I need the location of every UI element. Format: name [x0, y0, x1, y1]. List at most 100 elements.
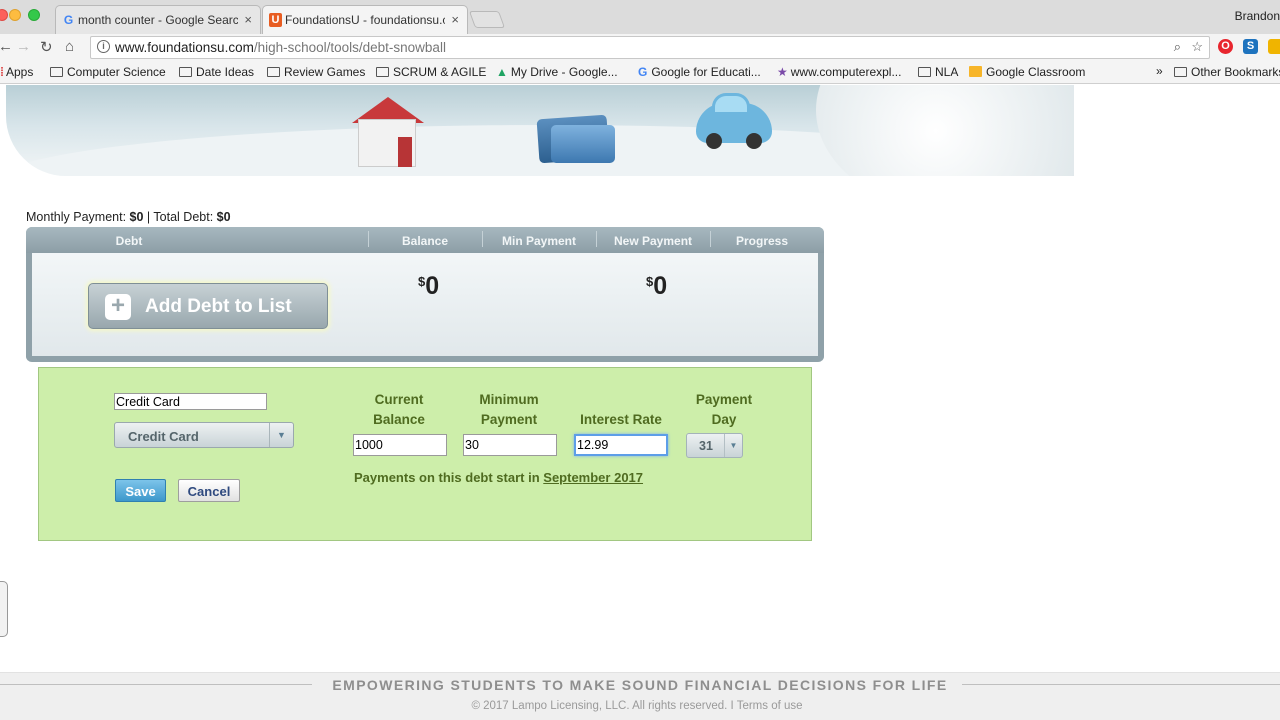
cancel-button[interactable]: Cancel [178, 479, 240, 502]
save-button[interactable]: Save [115, 479, 166, 502]
debt-name-input[interactable] [114, 393, 267, 410]
window-close-icon[interactable] [0, 9, 8, 21]
reload-icon[interactable]: ↻ [40, 38, 53, 56]
summary-separator: | [146, 210, 151, 224]
total-debt-label: Total Debt: [153, 210, 214, 224]
tab-title: FoundationsU - foundationsu.c [285, 13, 445, 27]
snowball-shape [816, 85, 1074, 176]
page-content: Monthly Payment: $0 | Total Debt: $0 Deb… [0, 85, 1280, 720]
monthly-payment-label: Monthly Payment: [26, 210, 127, 224]
column-header-min-payment: Min Payment [501, 234, 576, 248]
debt-type-select[interactable]: Credit Card ▼ [114, 422, 294, 448]
footer-tagline: EMPOWERING STUDENTS TO MAKE SOUND FINANC… [0, 677, 1280, 693]
column-header-progress: Progress [735, 234, 789, 248]
folder-icon [267, 67, 280, 77]
address-bar[interactable]: i www.foundationsu.com/high-school/tools… [90, 36, 1210, 59]
star-logo-icon: ★ [777, 65, 788, 79]
start-month-link[interactable]: September 2017 [543, 470, 643, 485]
tab-close-icon[interactable]: × [451, 12, 459, 27]
folder-icon [376, 67, 389, 77]
balance-total: $0 [418, 272, 439, 301]
current-balance-label: Current Balance [373, 392, 425, 427]
window-zoom-icon[interactable] [28, 9, 40, 21]
foundationsu-favicon-icon: U [269, 13, 282, 27]
profile-name[interactable]: Brandon [1235, 9, 1280, 23]
payment-day-select[interactable]: 31 ▼ [686, 433, 743, 458]
house-door-shape [398, 137, 412, 167]
minimum-payment-input[interactable] [463, 434, 557, 456]
interest-rate-input[interactable] [574, 434, 668, 456]
car-wheel-shape [746, 133, 762, 149]
payment-start-note: Payments on this debt start in September… [354, 470, 644, 485]
bookmark-google-for-education[interactable]: G Google for Educati... [638, 65, 761, 79]
chevron-down-icon: ▼ [724, 434, 742, 457]
add-debt-to-list-button[interactable]: + Add Debt to List [88, 283, 328, 329]
car-window-shape [712, 93, 750, 115]
bookmark-google-classroom[interactable]: Google Classroom [969, 65, 1085, 79]
zoom-magnifier-icon[interactable]: ⌕ [1174, 39, 1181, 55]
bookmark-scrum-agile[interactable]: SCRUM & AGILE [376, 65, 486, 79]
payment-day-label: Payment Day [695, 392, 753, 427]
column-header-debt: Debt [115, 234, 143, 248]
tab-foundationsu[interactable]: U FoundationsU - foundationsu.c × [262, 5, 468, 35]
bookmarks-overflow-icon[interactable]: » [1156, 64, 1163, 78]
snowball-banner-illustration [6, 85, 1074, 176]
s-extension-icon[interactable]: S [1243, 39, 1258, 54]
url-host: www.foundationsu.com [115, 40, 254, 55]
bookmark-star-icon[interactable]: ☆ [1191, 39, 1203, 55]
folder-icon [1174, 67, 1187, 77]
bookmark-my-drive[interactable]: ▲ My Drive - Google... [496, 65, 618, 79]
folder-icon [918, 67, 931, 77]
bookmark-other-bookmarks[interactable]: Other Bookmarks [1174, 65, 1280, 79]
balance-total-value: 0 [425, 272, 440, 300]
window-minimize-icon[interactable] [9, 9, 21, 21]
home-icon[interactable]: ⌂ [65, 38, 74, 55]
bookmark-computer-explorers[interactable]: ★ www.computerexpl... [777, 65, 901, 79]
new-payment-total: $0 [646, 272, 667, 301]
tab-close-icon[interactable]: × [244, 12, 252, 27]
bookmark-apps[interactable]: ⁞ Apps [0, 65, 33, 79]
new-tab-button[interactable] [468, 11, 506, 28]
credit-card-icon [551, 125, 615, 163]
extension-icon[interactable] [1268, 39, 1280, 54]
tab-title: month counter - Google Searc [78, 13, 238, 27]
debt-list-table: Debt Balance Min Payment New Payment Pro… [26, 227, 824, 362]
folder-icon [179, 67, 192, 77]
folder-icon [50, 67, 63, 77]
debt-summary: Monthly Payment: $0 | Total Debt: $0 [26, 210, 231, 224]
current-balance-input[interactable] [353, 434, 447, 456]
bookmark-computer-science[interactable]: Computer Science [50, 65, 166, 79]
chevron-down-icon: ▼ [269, 423, 293, 447]
side-feedback-tab[interactable] [0, 581, 8, 637]
car-wheel-shape [706, 133, 722, 149]
table-header: Debt Balance Min Payment New Payment Pro… [26, 227, 824, 253]
google-favicon-icon: G [63, 13, 74, 27]
google-drive-icon: ▲ [496, 65, 508, 79]
monthly-payment-value: $0 [129, 210, 144, 224]
bookmarks-bar: ⁞ Apps Computer Science Date Ideas Review… [0, 62, 1280, 84]
column-header-new-payment: New Payment [613, 234, 693, 248]
column-header-balance: Balance [401, 234, 449, 248]
payment-day-selected: 31 [699, 439, 713, 453]
interest-rate-label: Interest Rate [580, 412, 662, 427]
add-debt-form: Credit Card ▼ Current Balance Minimum Pa… [38, 367, 812, 541]
footer-copyright[interactable]: © 2017 Lampo Licensing, LLC. All rights … [0, 700, 1274, 712]
total-debt-value: $0 [216, 210, 231, 224]
browser-toolbar: ← → ↻ ⌂ i www.foundationsu.com/high-scho… [0, 34, 1280, 62]
plus-icon: + [105, 294, 131, 320]
back-arrow-icon[interactable]: ← [0, 38, 13, 55]
url-path: /high-school/tools/debt-snowball [253, 40, 446, 55]
site-info-icon[interactable]: i [97, 40, 110, 53]
browser-tab-strip: G month counter - Google Searc × U Found… [0, 0, 1280, 35]
bookmark-date-ideas[interactable]: Date Ideas [179, 65, 254, 79]
google-classroom-icon [969, 66, 982, 77]
opera-extension-icon[interactable]: O [1218, 39, 1233, 54]
page-footer: EMPOWERING STUDENTS TO MAKE SOUND FINANC… [0, 672, 1280, 720]
bookmark-review-games[interactable]: Review Games [267, 65, 365, 79]
forward-arrow-icon[interactable]: → [16, 38, 31, 55]
new-payment-total-value: 0 [653, 272, 668, 300]
google-icon: G [638, 65, 648, 79]
apps-grid-icon: ⁞ [0, 65, 4, 79]
bookmark-nla[interactable]: NLA [918, 65, 958, 79]
tab-google-search[interactable]: G month counter - Google Searc × [55, 5, 261, 34]
